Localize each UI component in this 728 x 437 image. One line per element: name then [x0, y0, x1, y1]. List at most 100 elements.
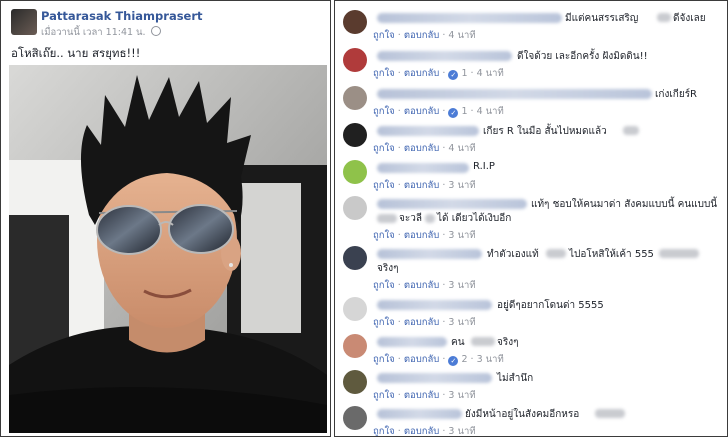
separator: ·	[397, 390, 401, 401]
comment-text: อยู่ดีๆอยากโดนด่า 5555	[497, 300, 604, 311]
like-link[interactable]: ถูกใจ	[373, 280, 395, 291]
comment-text: แท้ๆ ชอบให้คนมาด่า สังคมแบบนี้ คนแบบนี้	[531, 199, 718, 210]
reply-link[interactable]: ตอบกลับ	[404, 390, 440, 401]
comment-item: อยู่ดีๆอยากโดนด่า 5555 ถูกใจ · ตอบกลับ ·…	[343, 296, 723, 334]
comment-time[interactable]: 4 นาที	[448, 30, 475, 41]
like-count[interactable]: 1	[461, 106, 467, 117]
comment-actions: ถูกใจ · ตอบกลับ · ✓ 2 · 3 นาที	[373, 352, 504, 367]
comment-item: แท้ๆ ชอบให้คนมาด่า สังคมแบบนี้ คนแบบนี้ …	[343, 195, 723, 245]
like-icon: ✓	[448, 108, 459, 118]
commenter-name-blurred[interactable]	[377, 300, 492, 310]
separator: ·	[397, 68, 401, 79]
commenter-name-blurred[interactable]	[377, 163, 469, 173]
post-caption: อโหสิเถ๊ย.. นาย สรยุทธ!!!	[11, 46, 141, 60]
commenter-name-blurred[interactable]	[377, 337, 447, 347]
reply-link[interactable]: ตอบกลับ	[404, 354, 440, 365]
comment-actions: ถูกใจ · ตอบกลับ · 4 นาที	[373, 141, 476, 156]
like-link[interactable]: ถูกใจ	[373, 426, 395, 436]
globe-icon	[150, 26, 161, 36]
commenter-name-blurred[interactable]	[377, 13, 562, 23]
commenter-name-blurred[interactable]	[377, 249, 482, 259]
comment-item: ทำตัวเองแท้ ไปอโหสิให้เค้า 555 จริงๆ ถูก…	[343, 245, 723, 295]
like-link[interactable]: ถูกใจ	[373, 180, 395, 191]
commenter-avatar[interactable]	[343, 86, 367, 110]
like-link[interactable]: ถูกใจ	[373, 68, 395, 79]
commenter-avatar[interactable]	[343, 406, 367, 430]
separator: ·	[442, 390, 446, 401]
like-link[interactable]: ถูกใจ	[373, 30, 395, 41]
commenter-avatar[interactable]	[343, 160, 367, 184]
comment-text: คน	[451, 337, 465, 348]
like-link[interactable]: ถูกใจ	[373, 317, 395, 328]
like-link[interactable]: ถูกใจ	[373, 390, 395, 401]
commenter-name-blurred[interactable]	[377, 409, 462, 419]
like-count[interactable]: 1	[461, 68, 467, 79]
reply-link[interactable]: ตอบกลับ	[404, 143, 440, 154]
comment-actions: ถูกใจ · ตอบกลับ · 3 นาที	[373, 278, 476, 293]
comment-time[interactable]: 3 นาที	[448, 230, 475, 241]
comment-text: มีแต่คนสรรเสริญ	[565, 13, 639, 24]
reply-link[interactable]: ตอบกลับ	[404, 230, 440, 241]
comment-text: เก่งเกียร์R	[655, 89, 698, 100]
like-link[interactable]: ถูกใจ	[373, 354, 395, 365]
comment-time[interactable]: 3 นาที	[448, 280, 475, 291]
reply-link[interactable]: ตอบกลับ	[404, 426, 440, 436]
reply-link[interactable]: ตอบกลับ	[404, 317, 440, 328]
comment-time[interactable]: 3 นาที	[448, 317, 475, 328]
blurred-text	[471, 337, 495, 346]
commenter-name-blurred[interactable]	[377, 373, 492, 383]
like-link[interactable]: ถูกใจ	[373, 230, 395, 241]
comment-text: R.I.P	[473, 161, 495, 172]
reply-link[interactable]: ตอบกลับ	[404, 30, 440, 41]
separator: ·	[397, 280, 401, 291]
comment-actions: ถูกใจ · ตอบกลับ · 3 นาที	[373, 178, 476, 193]
separator: ·	[397, 143, 401, 154]
comment-text: เกียร R ในมือ สั้นไปหมดแล้ว	[483, 126, 607, 137]
comment-item: เก่งเกียร์R ถูกใจ · ตอบกลับ · ✓ 1 · 4 นา…	[343, 85, 723, 123]
commenter-avatar[interactable]	[343, 370, 367, 394]
comment-time[interactable]: 4 นาที	[477, 106, 504, 117]
comment-item: เกียร R ในมือ สั้นไปหมดแล้ว ถูกใจ · ตอบก…	[343, 122, 723, 160]
comment-text: ทำตัวเองแท้	[487, 249, 539, 260]
comment-time[interactable]: 3 นาที	[448, 180, 475, 191]
comment-time[interactable]: 3 นาที	[477, 354, 504, 365]
commenter-avatar[interactable]	[343, 246, 367, 270]
author-avatar[interactable]	[11, 9, 37, 35]
author-name[interactable]: Pattarasak Thiamprasert	[41, 9, 203, 23]
commenter-name-blurred[interactable]	[377, 199, 527, 209]
separator: ·	[442, 143, 446, 154]
like-link[interactable]: ถูกใจ	[373, 106, 395, 117]
comment-text-line2: จริงๆ	[377, 263, 399, 274]
blurred-text	[546, 249, 566, 258]
comment-item: ไม่สำนึก ถูกใจ · ตอบกลับ · 3 นาที	[343, 369, 723, 407]
post-time[interactable]: เมื่อวานนี้ เวลา 11:41 น.	[41, 27, 146, 38]
blurred-text	[657, 13, 671, 22]
comment-time[interactable]: 4 นาที	[477, 68, 504, 79]
like-count[interactable]: 2	[461, 354, 467, 365]
commenter-avatar[interactable]	[343, 196, 367, 220]
comment-time[interactable]: 3 นาที	[448, 390, 475, 401]
commenter-name-blurred[interactable]	[377, 51, 512, 61]
reply-link[interactable]: ตอบกลับ	[404, 280, 440, 291]
like-link[interactable]: ถูกใจ	[373, 143, 395, 154]
separator: ·	[397, 426, 401, 437]
comment-time[interactable]: 4 นาที	[448, 143, 475, 154]
commenter-avatar[interactable]	[343, 334, 367, 358]
separator: ·	[442, 30, 446, 41]
separator: ·	[397, 230, 401, 241]
reply-link[interactable]: ตอบกลับ	[404, 68, 440, 79]
comment-actions: ถูกใจ · ตอบกลับ · ✓ 1 · 4 นาที	[373, 104, 504, 119]
commenter-avatar[interactable]	[343, 123, 367, 147]
comment-time[interactable]: 3 นาที	[448, 426, 475, 436]
commenter-avatar[interactable]	[343, 297, 367, 321]
separator: ·	[442, 180, 446, 191]
commenter-avatar[interactable]	[343, 10, 367, 34]
commenter-name-blurred[interactable]	[377, 126, 479, 136]
post-photo[interactable]	[9, 65, 327, 433]
comment-item: ยังมีหน้าอยู่ในสังคมอีกหรอ ถูกใจ · ตอบกล…	[343, 405, 723, 437]
reply-link[interactable]: ตอบกลับ	[404, 106, 440, 117]
reply-link[interactable]: ตอบกลับ	[404, 180, 440, 191]
commenter-name-blurred[interactable]	[377, 89, 652, 99]
commenter-avatar[interactable]	[343, 48, 367, 72]
comment-actions: ถูกใจ · ตอบกลับ · 3 นาที	[373, 228, 476, 243]
